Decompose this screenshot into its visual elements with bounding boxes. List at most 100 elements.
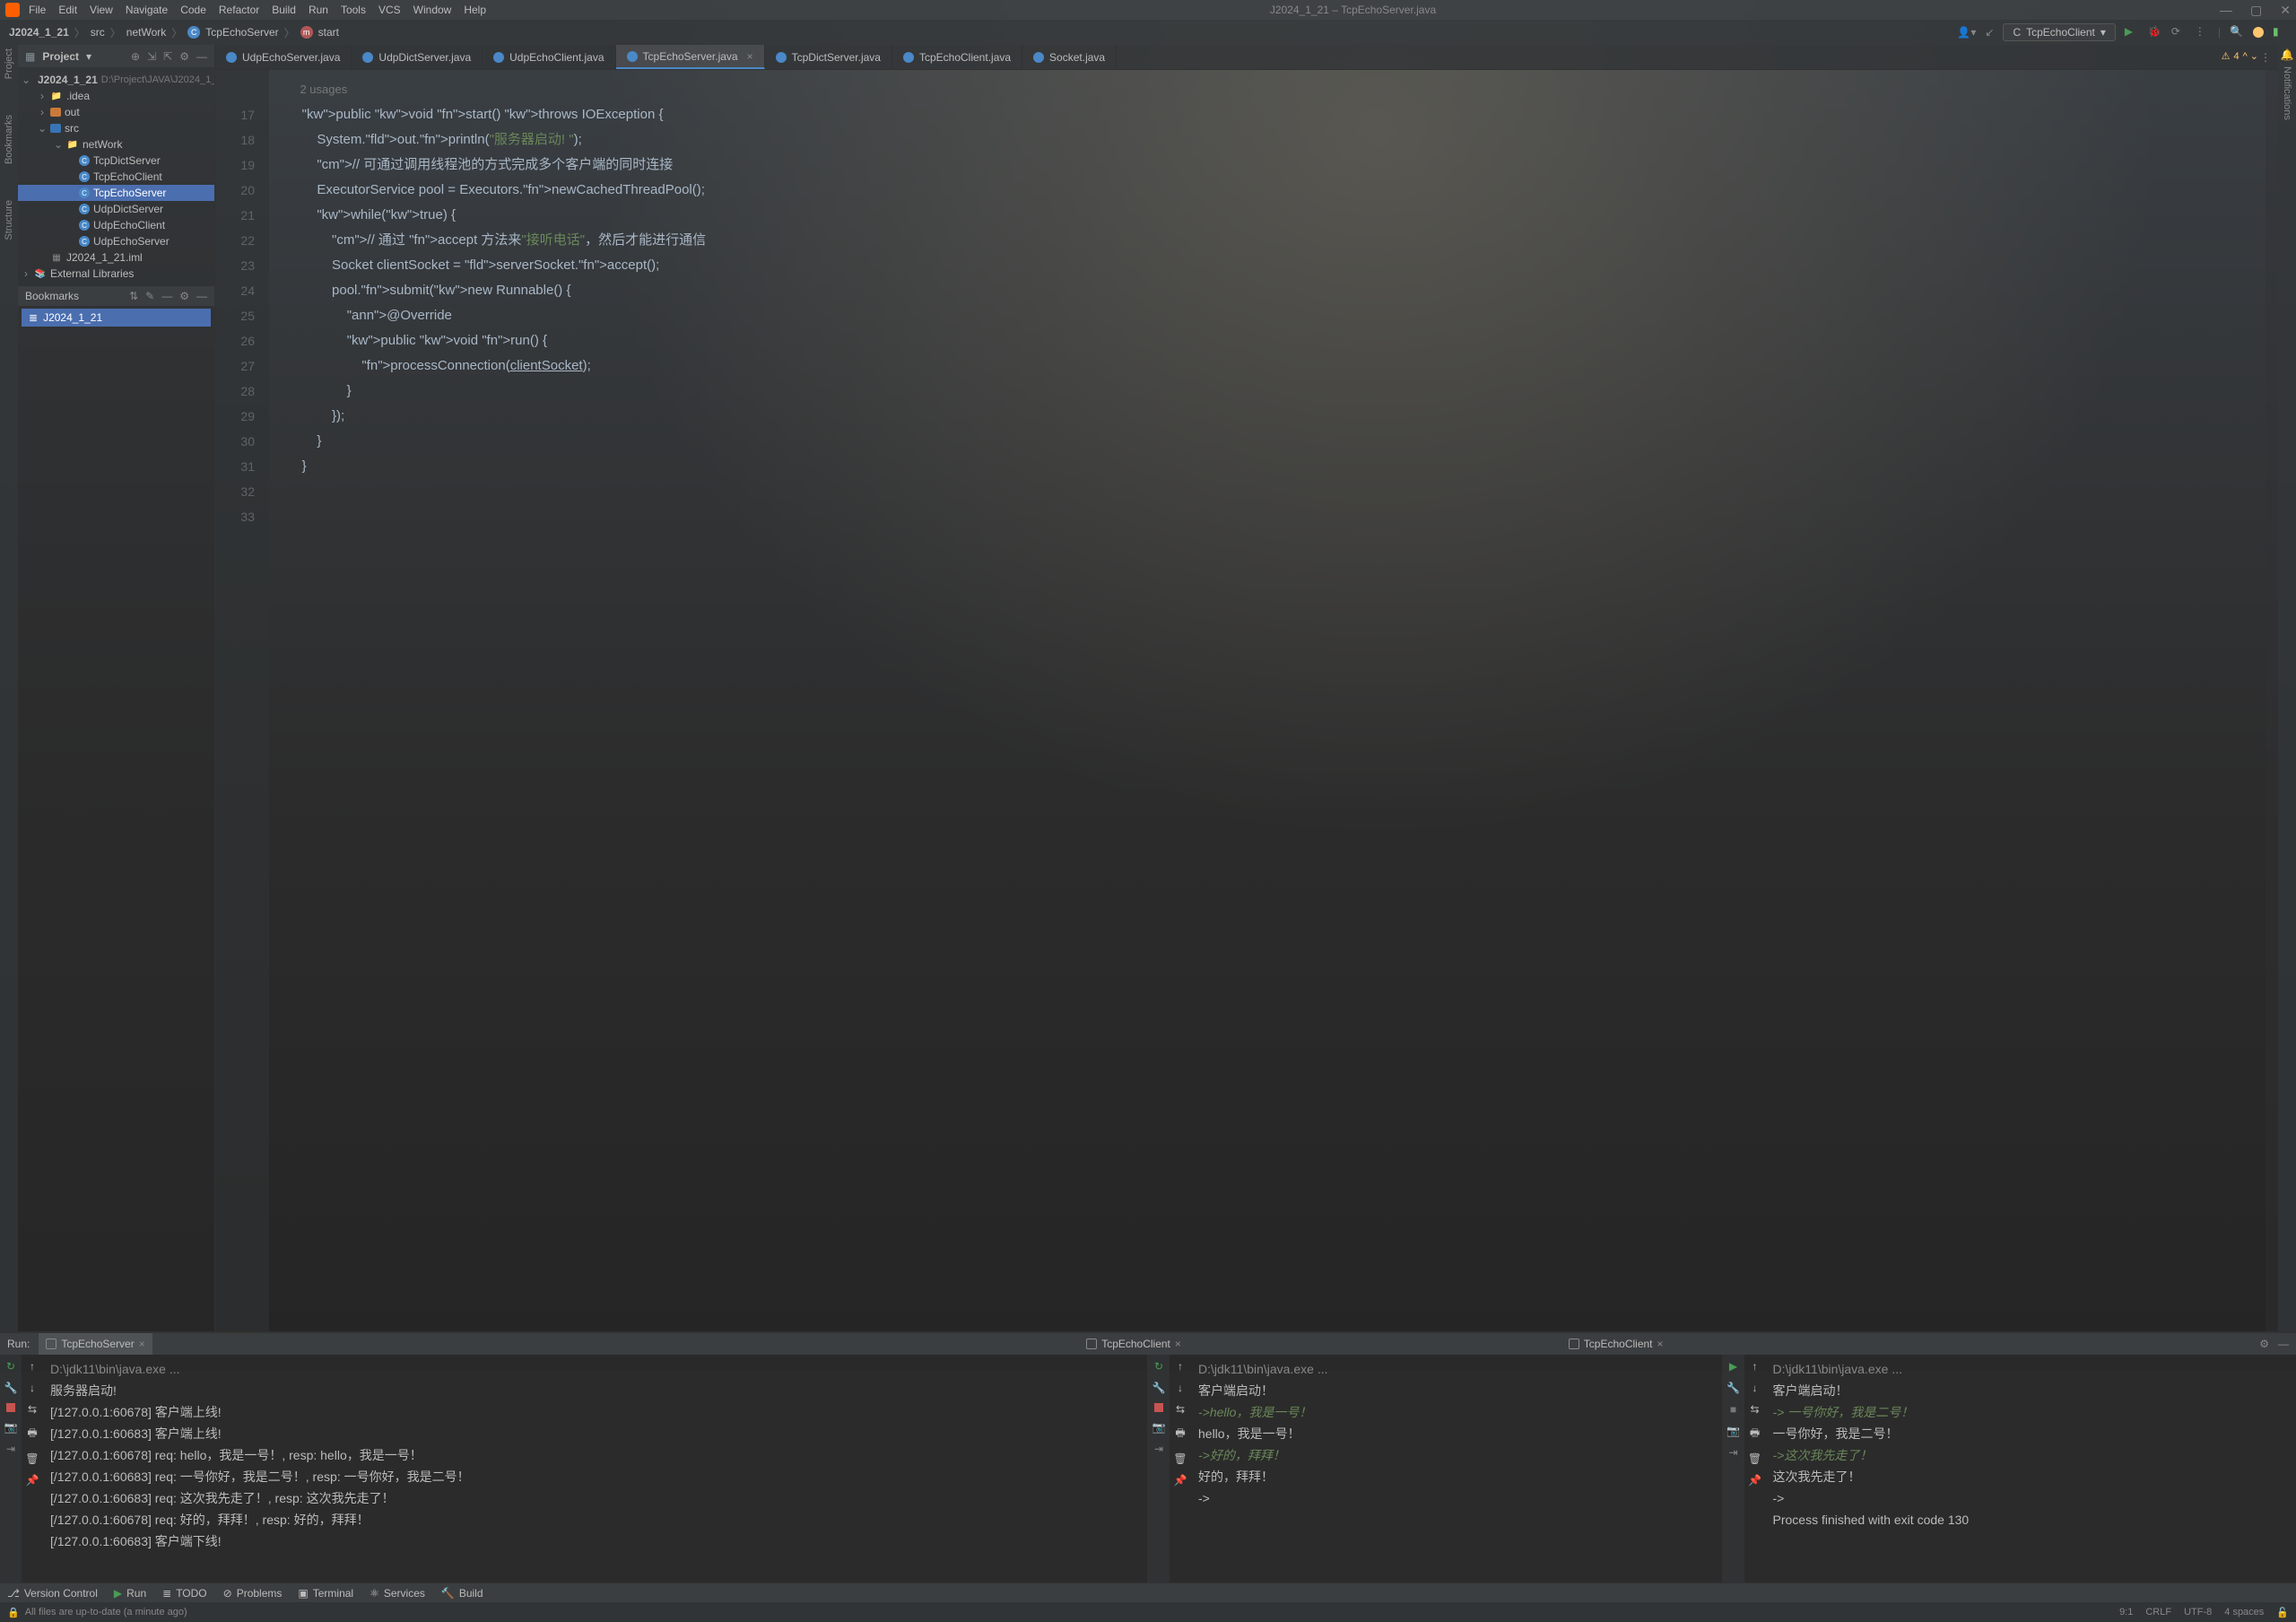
back-icon[interactable]: ↙ xyxy=(1985,26,1994,39)
menu-edit[interactable]: Edit xyxy=(58,4,77,16)
tab[interactable]: Socket.java xyxy=(1022,45,1117,69)
status-lock-icon[interactable]: 🔒 xyxy=(7,1607,20,1618)
tree-file[interactable]: CUdpDictServer xyxy=(18,201,214,217)
menu-vcs[interactable]: VCS xyxy=(378,4,401,16)
settings-icon[interactable]: ⚙ xyxy=(179,290,189,302)
console-output[interactable]: D:\jdk11\bin\java.exe ...服务器启动![/127.0.0… xyxy=(43,1355,1147,1583)
run-tab[interactable]: TcpEchoClient× xyxy=(1561,1333,1671,1355)
tool-services[interactable]: ⚛Services xyxy=(370,1587,425,1600)
print-icon[interactable]: 🖶 xyxy=(1175,1425,1185,1443)
tabs-more-icon[interactable]: ⋮ xyxy=(2260,51,2271,64)
wrap-icon[interactable]: ⇆ xyxy=(28,1403,37,1416)
tab[interactable]: TcpEchoClient.java xyxy=(892,45,1022,69)
console-output[interactable]: D:\jdk11\bin\java.exe ...客户端启动！->hello，我… xyxy=(1191,1355,1722,1583)
menu-navigate[interactable]: Navigate xyxy=(126,4,168,16)
readonly-icon[interactable]: 🔓 xyxy=(2276,1607,2289,1618)
close-run-tab-icon[interactable]: × xyxy=(1175,1338,1181,1350)
breadcrumb-method[interactable]: start xyxy=(318,26,339,39)
tool-notifications[interactable]: Notifications xyxy=(2282,66,2292,120)
tool-build[interactable]: 🔨Build xyxy=(441,1587,483,1600)
ide-settings-icon[interactable]: ▮ xyxy=(2273,25,2287,39)
menu-view[interactable]: View xyxy=(90,4,113,16)
clear-icon[interactable]: 🗑 xyxy=(1748,1452,1761,1465)
exit-icon[interactable]: ⇥ xyxy=(1152,1443,1165,1455)
settings-icon[interactable]: ⚙ xyxy=(179,50,189,63)
exit-icon[interactable]: ⇥ xyxy=(4,1443,17,1455)
filter-icon[interactable]: ⇅ xyxy=(129,290,138,302)
chevron-down-icon[interactable]: ▾ xyxy=(86,50,91,63)
menu-help[interactable]: Help xyxy=(464,4,486,16)
breadcrumb-project[interactable]: J2024_1_21 xyxy=(9,26,69,39)
indent[interactable]: 4 spaces xyxy=(2224,1607,2264,1618)
tool-run[interactable]: ▶Run xyxy=(114,1587,146,1600)
hide-icon[interactable]: — xyxy=(196,50,207,63)
run-hide-icon[interactable]: — xyxy=(2278,1338,2289,1350)
tab[interactable]: UdpDictServer.java xyxy=(352,45,483,69)
wrap-icon[interactable]: ⇆ xyxy=(1750,1403,1759,1416)
tree-file-selected[interactable]: CTcpEchoServer xyxy=(18,185,214,201)
run-config-selector[interactable]: C TcpEchoClient ▾ xyxy=(2003,23,2115,41)
print-icon[interactable]: 🖶 xyxy=(1750,1425,1760,1443)
expand-all-icon[interactable]: ⇲ xyxy=(147,50,156,63)
stop-button-icon[interactable] xyxy=(1154,1403,1163,1412)
tree-file[interactable]: CTcpDictServer xyxy=(18,153,214,169)
inspection-badge[interactable]: ⚠ 4 ^ ⌄ xyxy=(2222,50,2258,62)
tree-root[interactable]: ⌄ J2024_1_21 D:\Project\JAVA\J2024_1_... xyxy=(18,72,214,88)
edit-icon[interactable]: ✎ xyxy=(145,290,154,302)
select-opened-icon[interactable]: ⊕ xyxy=(131,50,140,63)
menu-window[interactable]: Window xyxy=(413,4,452,16)
tool-bookmarks[interactable]: Bookmarks xyxy=(4,115,14,164)
exit-icon[interactable]: ⇥ xyxy=(1727,1446,1740,1459)
profile-icon[interactable]: ⋮ xyxy=(2195,25,2209,39)
tab[interactable]: UdpEchoServer.java xyxy=(215,45,352,69)
project-title[interactable]: Project xyxy=(42,50,79,63)
run-settings-icon[interactable]: ⚙ xyxy=(2259,1338,2269,1350)
clear-icon[interactable]: 🗑 xyxy=(25,1452,39,1465)
code-editor[interactable]: 2 usages "kw">public "kw">void "fn">star… xyxy=(269,70,2266,1331)
tree-pkg[interactable]: ⌄📁netWork xyxy=(18,136,214,153)
camera-icon[interactable]: 📷 xyxy=(4,1421,17,1434)
stop-button-icon[interactable] xyxy=(6,1403,15,1412)
close-run-tab-icon[interactable]: × xyxy=(1657,1338,1664,1350)
close-icon[interactable]: ✕ xyxy=(2280,3,2291,18)
tree-idea[interactable]: ›📁.idea xyxy=(18,88,214,104)
file-encoding[interactable]: UTF-8 xyxy=(2184,1607,2212,1618)
clear-icon[interactable]: 🗑 xyxy=(1173,1452,1187,1465)
menu-refactor[interactable]: Refactor xyxy=(219,4,259,16)
collapse-all-icon[interactable]: ⇱ xyxy=(163,50,172,63)
breadcrumb-src[interactable]: src xyxy=(91,26,105,39)
down-icon[interactable]: ↓ xyxy=(1178,1382,1183,1394)
close-tab-icon[interactable]: × xyxy=(747,50,753,63)
pin-icon[interactable]: 📌 xyxy=(1174,1474,1187,1487)
close-run-tab-icon[interactable]: × xyxy=(139,1338,145,1350)
tab-active[interactable]: TcpEchoServer.java× xyxy=(616,45,765,69)
tool-structure[interactable]: Structure xyxy=(4,200,14,240)
run-tab[interactable]: TcpEchoClient× xyxy=(1079,1333,1188,1355)
tool-terminal[interactable]: ▣Terminal xyxy=(298,1587,353,1600)
breadcrumb-pkg[interactable]: netWork xyxy=(126,26,166,39)
stop-icon[interactable]: 🔧 xyxy=(1152,1382,1165,1394)
minimize-icon[interactable]: — xyxy=(2220,3,2232,18)
updates-icon[interactable] xyxy=(2253,27,2264,38)
caret-position[interactable]: 9:1 xyxy=(2119,1607,2133,1618)
delete-icon[interactable]: — xyxy=(161,290,172,302)
tool-version-control[interactable]: ⎇Version Control xyxy=(7,1587,98,1600)
tree-out[interactable]: ›out xyxy=(18,104,214,120)
tree-file[interactable]: CUdpEchoClient xyxy=(18,217,214,233)
tree-file[interactable]: CUdpEchoServer xyxy=(18,233,214,249)
debug-button-icon[interactable]: 🐞 xyxy=(2148,25,2162,39)
line-separator[interactable]: CRLF xyxy=(2145,1607,2171,1618)
pin-icon[interactable]: 📌 xyxy=(1748,1474,1761,1487)
tool-problems[interactable]: ⊘Problems xyxy=(223,1587,283,1600)
down-icon[interactable]: ↓ xyxy=(1752,1382,1758,1394)
camera-icon[interactable]: 📷 xyxy=(1727,1425,1740,1437)
console-output[interactable]: D:\jdk11\bin\java.exe ...客户端启动！-> 一号你好，我… xyxy=(1766,1355,2296,1583)
coverage-icon[interactable]: ⟳ xyxy=(2171,25,2186,39)
notifications-icon[interactable]: 🔔 xyxy=(2281,48,2294,61)
breadcrumb[interactable]: J2024_1_21 〉 src 〉 netWork 〉 C TcpEchoSe… xyxy=(9,25,339,40)
menu-run[interactable]: Run xyxy=(309,4,328,16)
tree-ext-lib[interactable]: ›📚External Libraries xyxy=(18,266,214,282)
tab[interactable]: TcpDictServer.java xyxy=(765,45,892,69)
user-icon[interactable]: 👤▾ xyxy=(1957,26,1976,39)
down-icon[interactable]: ↓ xyxy=(30,1382,35,1394)
